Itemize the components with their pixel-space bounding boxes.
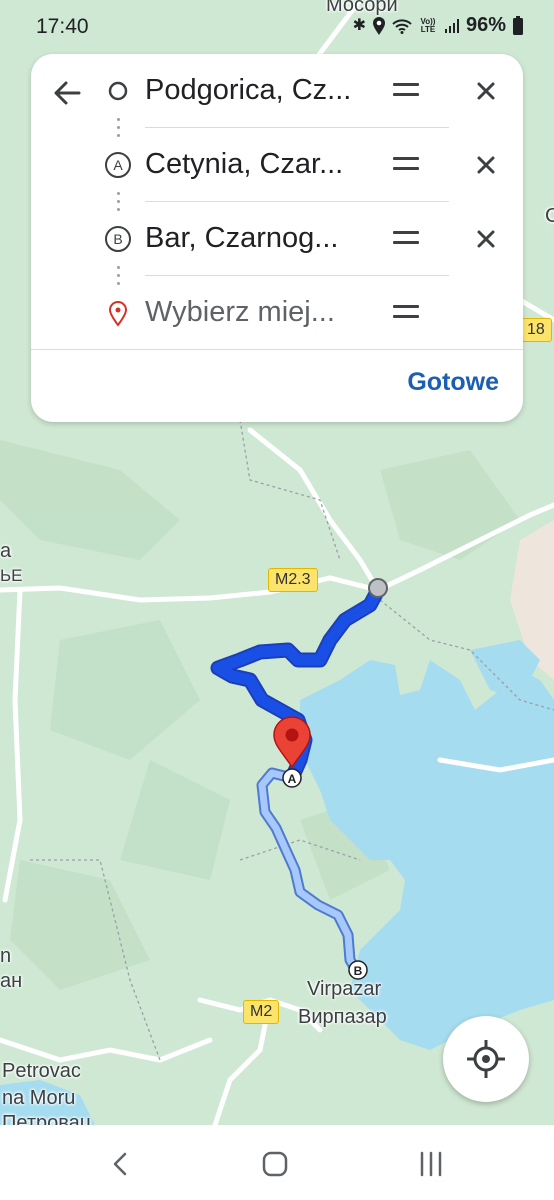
- road-shield-18: 18: [520, 318, 552, 342]
- svg-text:B: B: [113, 231, 122, 247]
- map-label-petrovac-cyrillic: Петровац: [2, 1112, 92, 1125]
- waypoint-b-icon: B: [105, 226, 131, 252]
- my-location-button[interactable]: [443, 1016, 529, 1102]
- nav-home-icon[interactable]: [260, 1149, 290, 1179]
- drag-handle-icon[interactable]: [393, 231, 419, 247]
- done-button[interactable]: Gotowe: [407, 368, 499, 397]
- status-time: 17:40: [36, 15, 89, 38]
- battery-percent: 96%: [465, 14, 506, 36]
- drag-handle-icon[interactable]: [393, 157, 419, 173]
- map-label-virpazar[interactable]: Virpazar: [307, 978, 381, 1001]
- route-stop-a: A Cetynia, Czar...: [31, 128, 523, 202]
- battery-icon: [513, 15, 523, 35]
- map-label-virpazar-cyrillic: Вирпазар: [298, 1006, 387, 1028]
- bluetooth-icon: ✱: [352, 16, 366, 34]
- map-label-bje: ЬЕ: [0, 566, 23, 585]
- svg-text:A: A: [113, 157, 123, 173]
- map-label-c: С: [545, 205, 554, 227]
- route-stop-origin: Podgorica, Cz...: [31, 54, 523, 128]
- location-icon: [372, 16, 385, 35]
- stop-b-input[interactable]: Bar, Czarnog...: [145, 222, 338, 255]
- route-stop-b: B Bar, Czarnog...: [31, 202, 523, 276]
- map-label-na-moru: na Moru: [2, 1087, 76, 1109]
- map-label-petrovac[interactable]: Petrovac: [2, 1060, 81, 1083]
- divider: [31, 349, 523, 350]
- map-label-n: n: [0, 945, 12, 967]
- road-shield-m2: M2: [243, 1000, 280, 1024]
- destination-input[interactable]: Wybierz miej...: [145, 296, 335, 329]
- status-icons: ✱ Vo)) LTE 96%: [353, 14, 524, 37]
- wifi-icon: [392, 18, 412, 34]
- signal-icon: [444, 18, 459, 33]
- map-label-an: ан: [0, 970, 23, 992]
- origin-marker[interactable]: [368, 578, 388, 598]
- nav-back-icon[interactable]: [106, 1149, 136, 1179]
- remove-stop-button[interactable]: [474, 79, 498, 103]
- svg-text:B: B: [354, 964, 363, 978]
- waypoint-a-icon: A: [105, 152, 131, 178]
- directions-panel: Podgorica, Cz... A Cetynia, Czar... B Ba…: [31, 54, 523, 422]
- origin-circle-icon: [108, 81, 128, 101]
- drag-handle-icon[interactable]: [393, 305, 419, 321]
- stop-a-input[interactable]: Cetynia, Czar...: [145, 148, 343, 181]
- destination-pin-icon: [108, 301, 128, 327]
- drag-handle-icon[interactable]: [393, 83, 419, 99]
- system-nav-bar: [0, 1125, 554, 1200]
- origin-input[interactable]: Podgorica, Cz...: [145, 74, 351, 107]
- remove-stop-button[interactable]: [474, 227, 498, 251]
- status-bar: 17:40 ✱ Vo)) LTE 96%: [0, 0, 554, 56]
- waypoint-a-marker[interactable]: A: [282, 768, 302, 788]
- remove-stop-button[interactable]: [474, 153, 498, 177]
- my-location-icon: [467, 1040, 505, 1078]
- waypoint-b-marker[interactable]: B: [348, 960, 368, 980]
- lte-indicator: Vo)) LTE: [420, 16, 436, 34]
- svg-text:A: A: [288, 772, 297, 786]
- road-shield-m2-3: M2.3: [268, 568, 318, 592]
- map-label-a: a: [0, 540, 12, 562]
- nav-recents-icon[interactable]: [416, 1149, 446, 1179]
- route-stop-destination: Wybierz miej...: [31, 276, 523, 350]
